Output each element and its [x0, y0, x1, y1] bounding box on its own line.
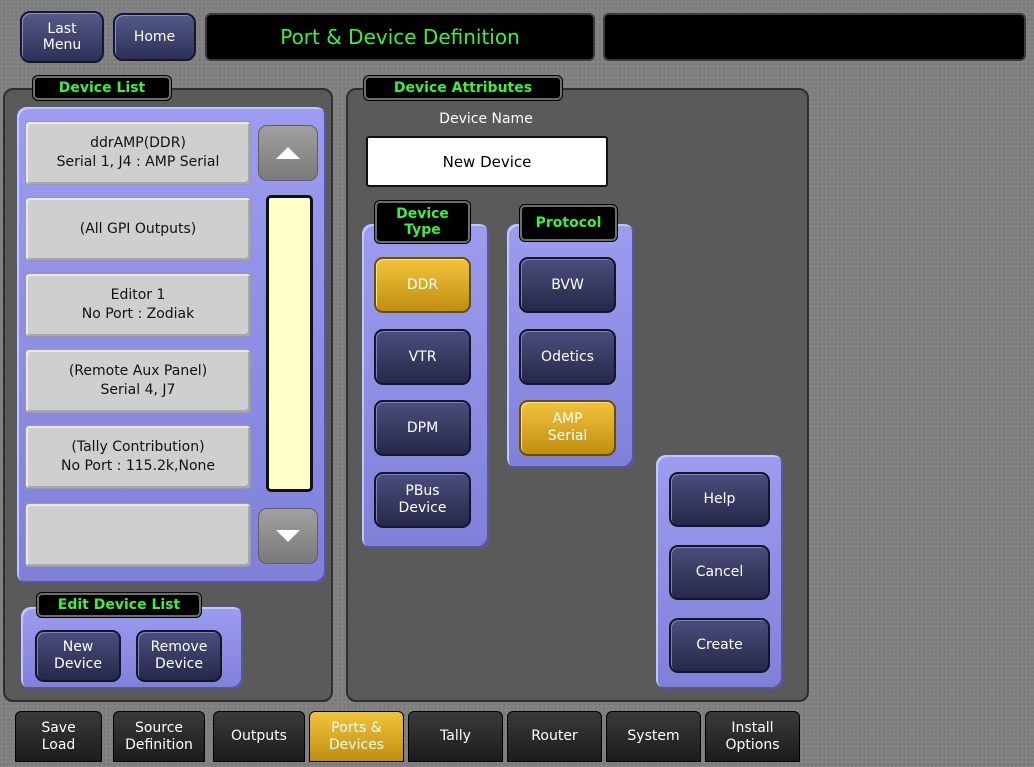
scrollbar-track[interactable]: [266, 195, 313, 492]
device-type-dpm-button[interactable]: DPM: [374, 400, 471, 456]
last-menu-button[interactable]: Last Menu: [20, 11, 104, 63]
create-button[interactable]: Create: [669, 618, 770, 673]
edit-device-list-title: Edit Device List: [37, 593, 201, 617]
tab-ports-devices[interactable]: Ports & Devices: [309, 711, 404, 762]
tab-source-definition[interactable]: Source Definition: [113, 711, 205, 762]
tab-system[interactable]: System: [606, 711, 701, 762]
device-list-item[interactable]: (All GPI Outputs): [25, 197, 251, 261]
tab-tally[interactable]: Tally: [408, 711, 503, 762]
page-title: Port & Device Definition: [205, 13, 595, 61]
tab-save-load[interactable]: Save Load: [15, 711, 102, 762]
device-list-item[interactable]: ddrAMP(DDR) Serial 1, J4 : AMP Serial: [25, 121, 251, 185]
device-list-item[interactable]: (Remote Aux Panel) Serial 4, J7: [25, 349, 251, 413]
device-type-title: Device Type: [375, 201, 470, 243]
device-name-label: Device Name: [439, 111, 533, 127]
tab-install-options[interactable]: Install Options: [705, 711, 800, 762]
device-list-item[interactable]: (Tally Contribution) No Port : 115.2k,No…: [25, 425, 251, 489]
device-name-field[interactable]: New Device: [366, 136, 608, 187]
device-list-item[interactable]: [25, 503, 251, 567]
protocol-title: Protocol: [520, 205, 617, 241]
device-type-ddr-button[interactable]: DDR: [374, 257, 471, 313]
protocol-odetics-button[interactable]: Odetics: [519, 329, 616, 385]
tab-outputs[interactable]: Outputs: [213, 711, 305, 762]
protocol-bvw-button[interactable]: BVW: [519, 257, 616, 313]
device-type-vtr-button[interactable]: VTR: [374, 329, 471, 385]
remove-device-button[interactable]: Remove Device: [136, 630, 222, 682]
scroll-up-button[interactable]: [258, 125, 318, 181]
device-list-item[interactable]: Editor 1 No Port : Zodiak: [25, 273, 251, 337]
arrow-down-icon: [276, 530, 300, 542]
help-button[interactable]: Help: [669, 472, 770, 527]
device-list-title: Device List: [33, 76, 171, 100]
tab-router[interactable]: Router: [507, 711, 602, 762]
arrow-up-icon: [276, 147, 300, 159]
device-attributes-title: Device Attributes: [364, 76, 562, 100]
new-device-button[interactable]: New Device: [35, 630, 121, 682]
status-box: [603, 13, 1026, 61]
device-type-pbus-button[interactable]: PBus Device: [374, 472, 471, 528]
scroll-down-button[interactable]: [258, 508, 318, 564]
home-button[interactable]: Home: [113, 13, 196, 61]
protocol-amp-serial-button[interactable]: AMP Serial: [519, 400, 616, 456]
cancel-button[interactable]: Cancel: [669, 545, 770, 600]
